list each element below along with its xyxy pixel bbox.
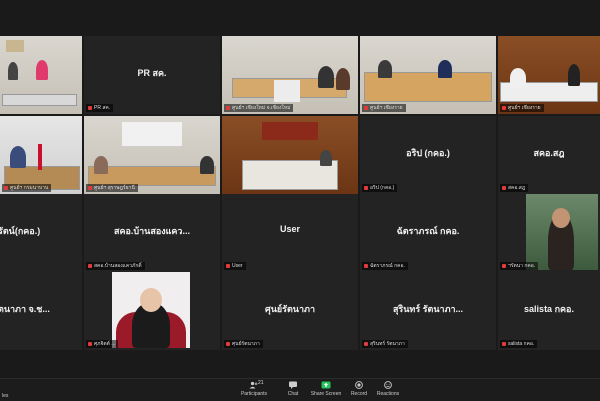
- share-screen-button[interactable]: Share Screen: [308, 381, 344, 401]
- mic-muted-icon: [88, 342, 92, 346]
- mic-muted-icon: [502, 186, 506, 190]
- mic-muted-icon: [502, 342, 506, 346]
- toolbar-left-label: les: [2, 393, 9, 399]
- record-icon: [355, 381, 363, 389]
- mic-muted-icon: [364, 342, 368, 346]
- video-feed: [222, 116, 358, 194]
- participant-tag: PR สค.: [86, 104, 114, 112]
- video-tile[interactable]: ศูนย์ฯ เชียงราย: [498, 36, 600, 114]
- participant-tag: salista กคอ.: [500, 340, 538, 348]
- participant-tag: อริป (กคอ.): [362, 184, 398, 192]
- participant-tag: ศูนย์ฯ สุราษฎร์ธานี: [86, 184, 138, 192]
- reactions-button[interactable]: Reactions: [370, 381, 406, 401]
- participant-name: รัตน์(กคอ.): [0, 226, 41, 236]
- participant-name: ตนาภา จ.ช...: [0, 304, 50, 314]
- chat-button[interactable]: Chat: [275, 381, 311, 401]
- video-feed: [526, 194, 598, 270]
- mic-muted-icon: [4, 186, 8, 190]
- participant-tile[interactable]: รัตน์(กคอ.): [0, 194, 82, 272]
- participant-tag: ศุภจิตต์ ...: [86, 340, 119, 348]
- participant-tag: ศุนย์รัตนาภา: [224, 340, 263, 348]
- participant-tile[interactable]: สคอ.สฎ สคอ.สฎ: [498, 116, 600, 194]
- mic-muted-icon: [226, 264, 230, 268]
- participant-tag: สุรินทร์ รัตนาภา: [362, 340, 408, 348]
- video-feed: [112, 272, 190, 348]
- video-tile[interactable]: ศูนย์ฯ สุราษฎร์ธานี: [84, 116, 220, 194]
- share-screen-icon: [321, 381, 331, 389]
- participant-tag: ฯรัตนา กคอ.: [500, 262, 539, 270]
- mic-muted-icon: [88, 106, 92, 110]
- participant-tile[interactable]: PR สค. PR สค.: [84, 36, 220, 114]
- participant-tile[interactable]: ตนาภา จ.ช...: [0, 272, 82, 350]
- participant-name: ศุนย์รัตนาภา: [264, 304, 315, 314]
- participant-tag: ศูนย์ฯ เชียงราย: [362, 104, 406, 112]
- participant-name: salista กคอ.: [524, 304, 574, 314]
- participant-tile[interactable]: User User: [222, 194, 358, 272]
- video-tile[interactable]: ศูนย์ฯ เชียงใหม่ จ.เชียงใหม่: [222, 36, 358, 114]
- participant-tag: สคอ.สฎ: [500, 184, 529, 192]
- video-grid: PR สค. PR สค. ศูนย์ฯ เชียงใหม่ จ.เชียงให…: [0, 36, 600, 350]
- participant-tag: ศูนย์ฯ เชียงราย: [500, 104, 544, 112]
- participant-tag: ฉัตราภรณ์ กคอ.: [362, 262, 408, 270]
- participant-tile[interactable]: ศุนย์รัตนาภา ศุนย์รัตนาภา: [222, 272, 358, 350]
- mic-muted-icon: [88, 264, 92, 268]
- participant-name: ฉัตราภรณ์ กคอ.: [396, 226, 460, 236]
- video-tile[interactable]: [0, 36, 82, 114]
- video-feed: [84, 116, 220, 194]
- video-tile[interactable]: [222, 116, 358, 194]
- mic-muted-icon: [88, 186, 92, 190]
- video-tile[interactable]: ศูนย์ฯ เชียงราย: [360, 36, 496, 114]
- mic-muted-icon: [364, 186, 368, 190]
- mic-muted-icon: [502, 106, 506, 110]
- meeting-toolbar: les 21 Participants Chat Share Screen Re…: [0, 378, 600, 401]
- participant-tile[interactable]: ฉัตราภรณ์ กคอ. ฉัตราภรณ์ กคอ.: [360, 194, 496, 272]
- participant-name: สคอ.สฎ: [533, 148, 565, 158]
- participant-name: สุรินทร์ รัตนาภา...: [392, 304, 464, 314]
- participant-tile[interactable]: อริป (กคอ.) อริป (กคอ.): [360, 116, 496, 194]
- participant-tile[interactable]: สคอ.บ้านสองแคว... สคอ.บ้านสองแควภักดิ์: [84, 194, 220, 272]
- participant-name: อริป (กคอ.): [406, 148, 450, 158]
- participant-name: สคอ.บ้านสองแคว...: [113, 226, 190, 236]
- chat-icon: [289, 381, 297, 389]
- participant-tile[interactable]: ฯรัตนา กคอ.: [498, 194, 600, 272]
- participant-name: PR สค.: [137, 68, 167, 78]
- video-feed: [0, 36, 82, 114]
- video-feed: [360, 36, 496, 114]
- participant-tag: ศูนย์ฯ เชียงใหม่ จ.เชียงใหม่: [224, 104, 294, 112]
- video-feed: [0, 116, 82, 194]
- participants-count: 21: [258, 380, 264, 386]
- participant-tag: ศูนย์ฯ กรมนาบาน: [2, 184, 52, 192]
- participant-tag: สคอ.บ้านสองแควภักดิ์: [86, 262, 145, 270]
- mic-muted-icon: [502, 264, 506, 268]
- reactions-icon: [384, 381, 392, 389]
- participant-tile[interactable]: ศุภจิตต์ ...: [84, 272, 220, 350]
- mic-muted-icon: [364, 264, 368, 268]
- participants-button[interactable]: 21 Participants: [236, 380, 272, 401]
- mic-muted-icon: [364, 106, 368, 110]
- video-tile[interactable]: ศูนย์ฯ กรมนาบาน: [0, 116, 82, 194]
- mic-muted-icon: [226, 106, 230, 110]
- video-feed: [498, 36, 600, 114]
- participant-tile[interactable]: สุรินทร์ รัตนาภา... สุรินทร์ รัตนาภา: [360, 272, 496, 350]
- participant-tag: User: [224, 262, 246, 270]
- video-feed: [222, 36, 358, 114]
- participant-tile[interactable]: salista กคอ. salista กคอ.: [498, 272, 600, 350]
- mic-muted-icon: [226, 342, 230, 346]
- participant-name: User: [279, 224, 300, 234]
